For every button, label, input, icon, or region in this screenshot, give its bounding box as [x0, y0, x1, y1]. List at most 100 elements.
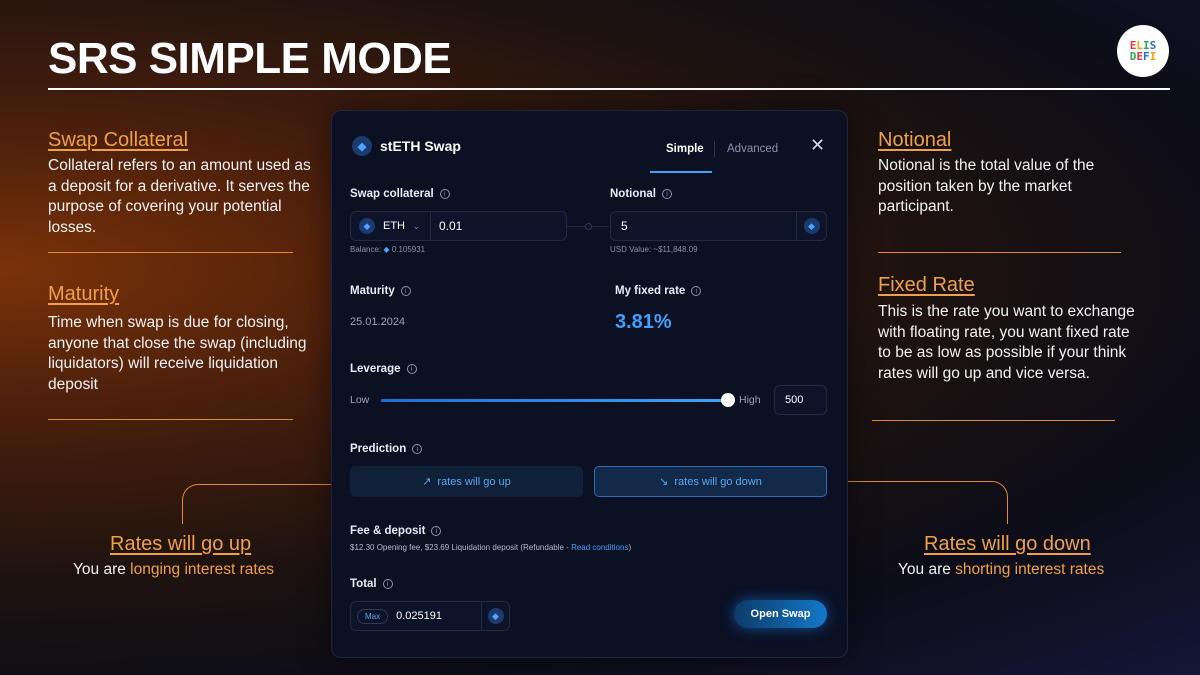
- prediction-down-button[interactable]: ↘ rates will go down: [594, 466, 827, 497]
- info-icon[interactable]: i: [439, 189, 450, 199]
- notional-label: Notional i: [610, 188, 672, 200]
- maturity-heading: Maturity: [48, 283, 120, 305]
- fee-tail: ): [628, 543, 632, 552]
- steth-icon: ◆: [803, 218, 820, 234]
- eth-icon: ◆: [359, 218, 375, 234]
- fee-label-text: Fee & deposit: [350, 525, 426, 537]
- total-input[interactable]: 0.025191: [396, 610, 481, 622]
- steth-token: ◆: [796, 212, 826, 240]
- tab-advanced[interactable]: Advanced: [727, 143, 778, 155]
- title-divider: [48, 88, 1170, 90]
- fee-label: Fee & deposit i: [350, 525, 442, 537]
- separator: [878, 252, 1121, 253]
- up-text: You are longing interest rates: [73, 560, 274, 581]
- leverage-input[interactable]: 500: [774, 385, 827, 415]
- leverage-label-text: Leverage: [350, 363, 401, 375]
- arrow-up-right-icon: ↗: [422, 476, 432, 488]
- info-icon[interactable]: i: [406, 364, 417, 374]
- fixed-heading: Fixed Rate: [878, 274, 975, 296]
- chevron-down-icon: ⌄: [413, 221, 420, 231]
- leverage-low: Low: [350, 394, 370, 406]
- info-icon[interactable]: i: [691, 286, 702, 296]
- maturity-text: Time when swap is due for closing, anyon…: [48, 314, 307, 393]
- panel-title: ◆ stETH Swap: [352, 136, 461, 156]
- logo-letter: I: [1149, 50, 1157, 63]
- open-swap-button[interactable]: Open Swap: [734, 600, 827, 628]
- notional-input[interactable]: 5: [611, 219, 796, 233]
- maturity-label: Maturity i: [350, 285, 411, 297]
- maturity-value: 25.01.2024: [350, 316, 406, 328]
- up-highlight: longing interest rates: [130, 561, 275, 578]
- notional-label-text: Notional: [610, 188, 656, 200]
- prediction-label-text: Prediction: [350, 443, 407, 455]
- fixed-rate-value: 3.81%: [615, 311, 672, 333]
- total-field: Max 0.025191 ◆: [350, 601, 510, 631]
- notional-field: 5 ◆: [610, 211, 827, 241]
- collateral-label-text: Swap collateral: [350, 188, 434, 200]
- link-icon: [585, 223, 592, 230]
- notional-heading: Notional: [878, 129, 952, 151]
- up-prefix: You are: [73, 561, 131, 578]
- notional-text: Notional is the total value of the posit…: [878, 157, 1095, 215]
- panel-title-text: stETH Swap: [380, 138, 461, 154]
- eth-icon: ◆: [487, 608, 504, 624]
- balance-value: 0.105931: [391, 245, 426, 254]
- fee-detail: $12.30 Opening fee, $23.69 Liquidation d…: [350, 543, 572, 552]
- fee-text: $12.30 Opening fee, $23.69 Liquidation d…: [350, 543, 631, 552]
- eth-icon: ◆: [383, 245, 390, 254]
- balance-label: Balance:: [350, 245, 382, 254]
- connector-down: [848, 481, 1008, 524]
- tab-simple[interactable]: Simple: [666, 143, 704, 155]
- logo-letter: E: [1136, 50, 1143, 63]
- total-label: Total i: [350, 578, 393, 590]
- collateral-field: ◆ ETH ⌄ 0.01: [350, 211, 567, 241]
- info-icon[interactable]: i: [431, 526, 442, 536]
- elis-defi-logo: ELIS DEFI: [1117, 25, 1169, 77]
- fixed-text: This is the rate you want to exchange wi…: [878, 303, 1135, 382]
- info-icon[interactable]: i: [412, 444, 423, 454]
- balance-text: Balance: ◆ 0.105931: [350, 245, 425, 254]
- fixed-rate-label-text: My fixed rate: [615, 285, 686, 297]
- collateral-text: Collateral refers to an amount used as a…: [48, 157, 311, 236]
- token-label: ETH: [383, 220, 405, 232]
- logo-letter: F: [1143, 50, 1150, 63]
- leverage-label: Leverage i: [350, 363, 417, 375]
- collateral-heading: Swap Collateral: [48, 129, 189, 151]
- info-icon[interactable]: i: [382, 579, 393, 589]
- arrow-down-right-icon: ↘: [659, 476, 669, 488]
- eth-token: ◆: [481, 602, 509, 630]
- leverage-high: High: [739, 394, 761, 406]
- fixed-rate-label: My fixed rate i: [615, 285, 702, 297]
- page-title: SRS SIMPLE MODE: [48, 34, 452, 83]
- prediction-down-label: rates will go down: [674, 475, 762, 488]
- info-icon[interactable]: i: [662, 189, 672, 199]
- prediction-up-label: rates will go up: [437, 475, 511, 488]
- separator: [48, 252, 293, 253]
- leverage-slider-handle[interactable]: [721, 393, 735, 407]
- close-icon[interactable]: ✕: [810, 135, 825, 156]
- info-icon[interactable]: i: [400, 286, 411, 296]
- down-heading: Rates will go down: [924, 533, 1091, 555]
- separator: [872, 420, 1115, 421]
- steth-icon: ◆: [352, 136, 372, 156]
- leverage-slider-fill: [381, 399, 726, 402]
- up-heading: Rates will go up: [110, 533, 252, 555]
- connector-up: [182, 484, 344, 524]
- usd-value: USD Value: ~$11,848.09: [610, 245, 698, 254]
- down-highlight: shorting interest rates: [955, 561, 1105, 578]
- collateral-label: Swap collateral i: [350, 188, 450, 200]
- prediction-label: Prediction i: [350, 443, 423, 455]
- collateral-input[interactable]: 0.01: [431, 219, 462, 233]
- down-prefix: You are: [898, 561, 956, 578]
- total-label-text: Total: [350, 578, 377, 590]
- max-button[interactable]: Max: [357, 608, 389, 624]
- separator: [48, 419, 293, 420]
- prediction-up-button[interactable]: ↗ rates will go up: [350, 466, 583, 497]
- tab-divider: [714, 141, 715, 157]
- maturity-label-text: Maturity: [350, 285, 395, 297]
- logo-line-2: DEFI: [1130, 51, 1157, 62]
- read-conditions-link[interactable]: Read conditions: [571, 543, 628, 552]
- token-select[interactable]: ◆ ETH ⌄: [351, 212, 431, 240]
- tab-active-indicator: [650, 171, 712, 173]
- swap-panel: ◆ stETH Swap Simple Advanced ✕ Swap coll…: [331, 110, 848, 658]
